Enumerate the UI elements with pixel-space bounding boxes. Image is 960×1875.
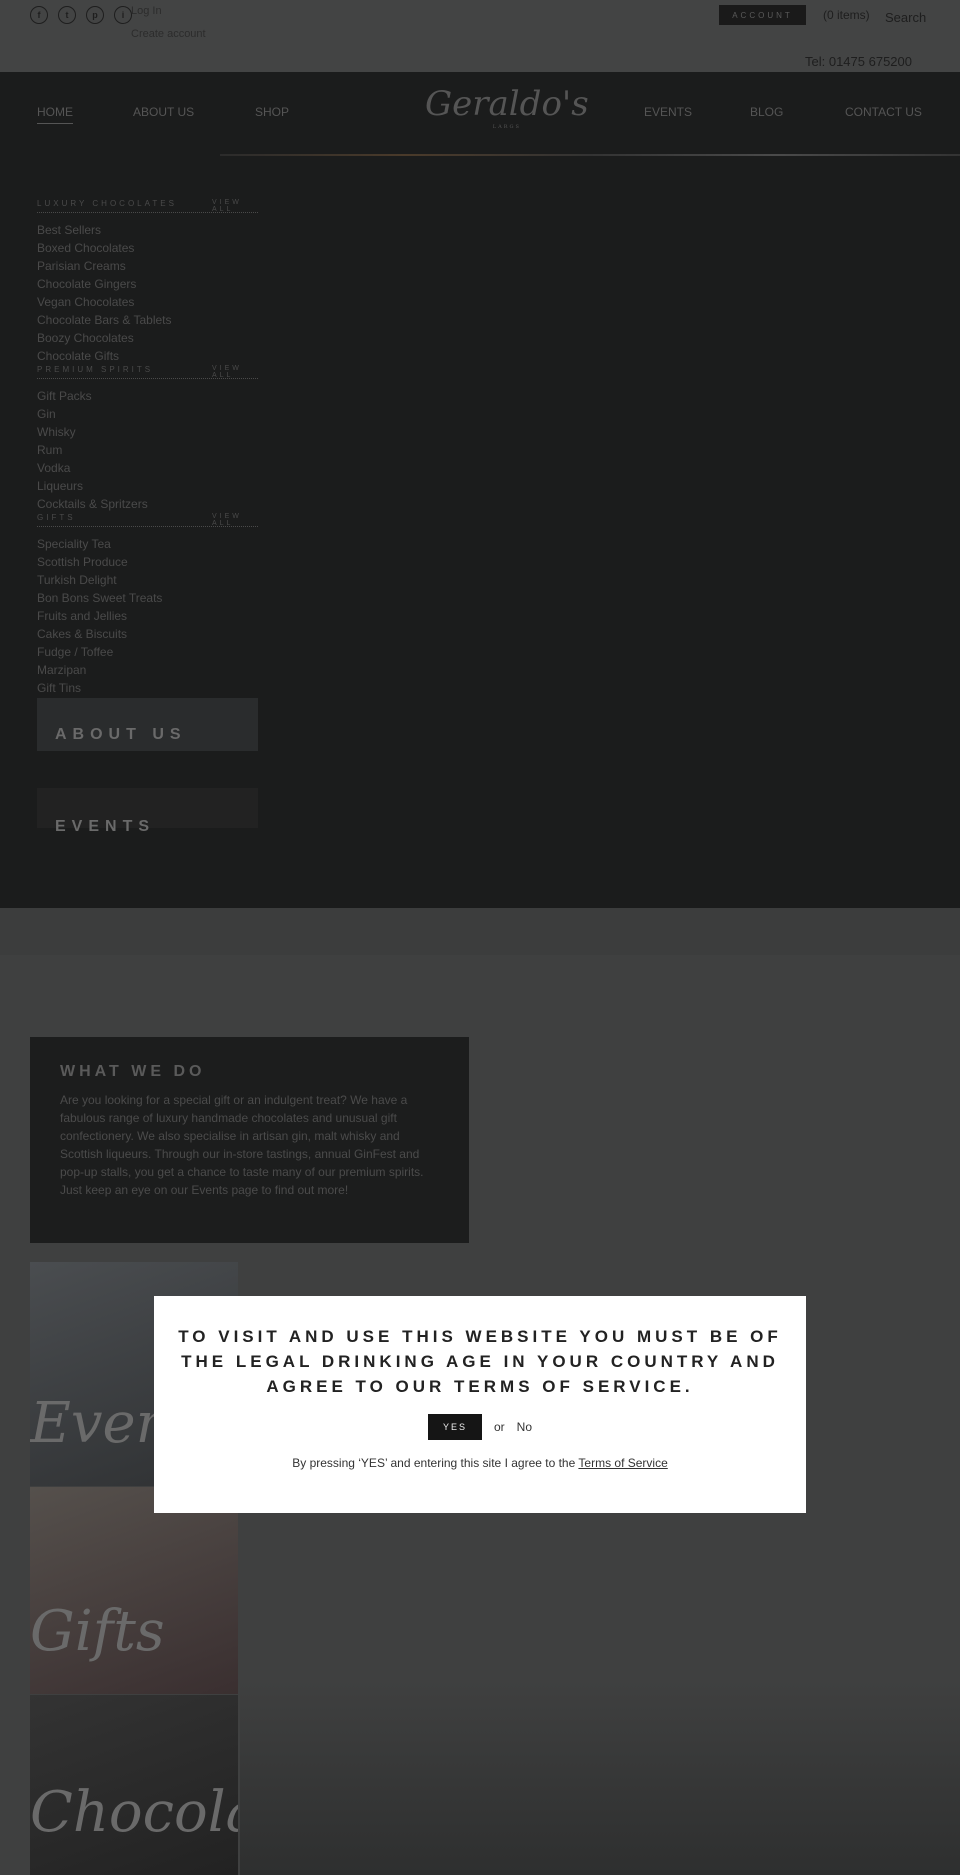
twitter-icon[interactable]: t [58, 6, 76, 24]
about-us-tile[interactable]: ABOUT US [37, 698, 258, 751]
terms-link[interactable]: Terms of Service [578, 1456, 667, 1470]
events-label: EVENTS [55, 818, 156, 835]
nav-events[interactable]: EVENTS [644, 105, 692, 119]
chocolate-image[interactable]: Chocolate [30, 1695, 238, 1875]
logo[interactable]: Geraldo's LARGS [425, 84, 589, 130]
menu-item[interactable]: Speciality Tea [37, 535, 258, 553]
menu-item[interactable]: Vegan Chocolates [37, 293, 258, 311]
menu-item[interactable]: Parisian Creams [37, 257, 258, 275]
what-we-do-body: Are you looking for a special gift or an… [60, 1093, 424, 1197]
menu-item[interactable]: Cakes & Biscuits [37, 625, 258, 643]
logo-text: Geraldo's [425, 84, 589, 124]
town-background-image [240, 1680, 960, 1875]
menu-item[interactable]: Gift Tins [37, 679, 258, 697]
menu-item[interactable]: Rum [37, 441, 258, 459]
menu-group: PREMIUM SPIRITS VIEW ALL Gift Packs Gin Whis… [37, 365, 258, 513]
menu-item[interactable]: Gift Packs [37, 387, 258, 405]
modal-note: By pressing ‘YES’ and entering this site… [154, 1456, 806, 1470]
menu-item[interactable]: Chocolate Gifts [37, 347, 258, 365]
menu-item[interactable]: Fudge / Toffee [37, 643, 258, 661]
menu-group-title[interactable]: PREMIUM SPIRITS VIEW ALL [37, 365, 258, 379]
view-all-link[interactable]: VIEW ALL [212, 199, 242, 213]
decorative-strip [220, 154, 960, 156]
account-button[interactable]: ACCOUNT [719, 5, 806, 25]
yes-button[interactable]: YES [427, 1414, 482, 1440]
gifts-image-label: Gifts [30, 1599, 165, 1664]
menu-group-title[interactable]: LUXURY CHOCOLATES VIEW ALL [37, 199, 258, 213]
menu-item[interactable]: Marzipan [37, 661, 258, 679]
nav-contact-us[interactable]: CONTACT US [845, 105, 922, 119]
cart-link[interactable]: (0 items) [823, 8, 870, 22]
menu-item[interactable]: Bon Bons Sweet Treats [37, 589, 258, 607]
what-we-do-title: WHAT WE DO [60, 1063, 206, 1080]
login-link[interactable]: Log In [131, 5, 162, 17]
nav-home[interactable]: HOME [37, 105, 73, 124]
note-text: By pressing ‘YES’ and entering this site… [292, 1456, 579, 1470]
logo-subtitle: LARGS [492, 124, 521, 130]
menu-title: GIFTS [37, 513, 76, 522]
menu-title: PREMIUM SPIRITS [37, 365, 154, 374]
menu-item[interactable]: Chocolate Gingers [37, 275, 258, 293]
menu-item[interactable]: Cocktails & Spritzers [37, 495, 258, 513]
facebook-icon[interactable]: f [30, 6, 48, 24]
social-links: f t p i [30, 6, 132, 24]
chocolate-image-label: Chocolate [30, 1780, 238, 1845]
nav-blog[interactable]: BLOG [750, 105, 783, 119]
menu-group: GIFTS VIEW ALL Speciality Tea Scottish Prod… [37, 513, 258, 697]
create-account-link[interactable]: Create account [131, 28, 206, 40]
menu-item[interactable]: Best Sellers [37, 221, 258, 239]
modal-heading: TO VISIT AND USE THIS WEBSITE YOU MUST B… [178, 1327, 782, 1396]
view-all-link[interactable]: VIEW ALL [212, 365, 242, 379]
menu-item[interactable]: Boxed Chocolates [37, 239, 258, 257]
menu-group-title[interactable]: GIFTS VIEW ALL [37, 513, 258, 527]
divider-band [0, 908, 960, 955]
gifts-image[interactable]: Gifts [30, 1487, 238, 1694]
menu-item[interactable]: Whisky [37, 423, 258, 441]
pinterest-icon[interactable]: p [86, 6, 104, 24]
menu-item[interactable]: Boozy Chocolates [37, 329, 258, 347]
menu-group: LUXURY CHOCOLATES VIEW ALL Best Sellers Box… [37, 199, 258, 365]
top-bar: f t p i Log In Create account ACCOUNT (0… [0, 0, 960, 72]
menu-item[interactable]: Scottish Produce [37, 553, 258, 571]
no-link[interactable]: No [517, 1420, 532, 1434]
menu-item[interactable]: Fruits and Jellies [37, 607, 258, 625]
menu-item[interactable]: Liqueurs [37, 477, 258, 495]
search-link[interactable]: Search [885, 10, 926, 25]
menu-item[interactable]: Gin [37, 405, 258, 423]
age-verification-modal: TO VISIT AND USE THIS WEBSITE YOU MUST B… [154, 1296, 806, 1513]
menu-title: LUXURY CHOCOLATES [37, 199, 177, 208]
telephone: Tel: 01475 675200 [805, 54, 912, 69]
nav-about-us[interactable]: ABOUT US [133, 105, 194, 119]
events-tile[interactable]: EVENTS [37, 788, 258, 835]
nav-shop[interactable]: SHOP [255, 105, 289, 119]
menu-item[interactable]: Turkish Delight [37, 571, 258, 589]
menu-item[interactable]: Chocolate Bars & Tablets [37, 311, 258, 329]
what-we-do-section: WHAT WE DO Are you looking for a special… [30, 1037, 469, 1243]
about-us-label: ABOUT US [55, 726, 187, 743]
view-all-link[interactable]: VIEW ALL [212, 513, 242, 527]
menu-item[interactable]: Vodka [37, 459, 258, 477]
or-text: or [493, 1420, 505, 1434]
instagram-icon[interactable]: i [114, 6, 132, 24]
